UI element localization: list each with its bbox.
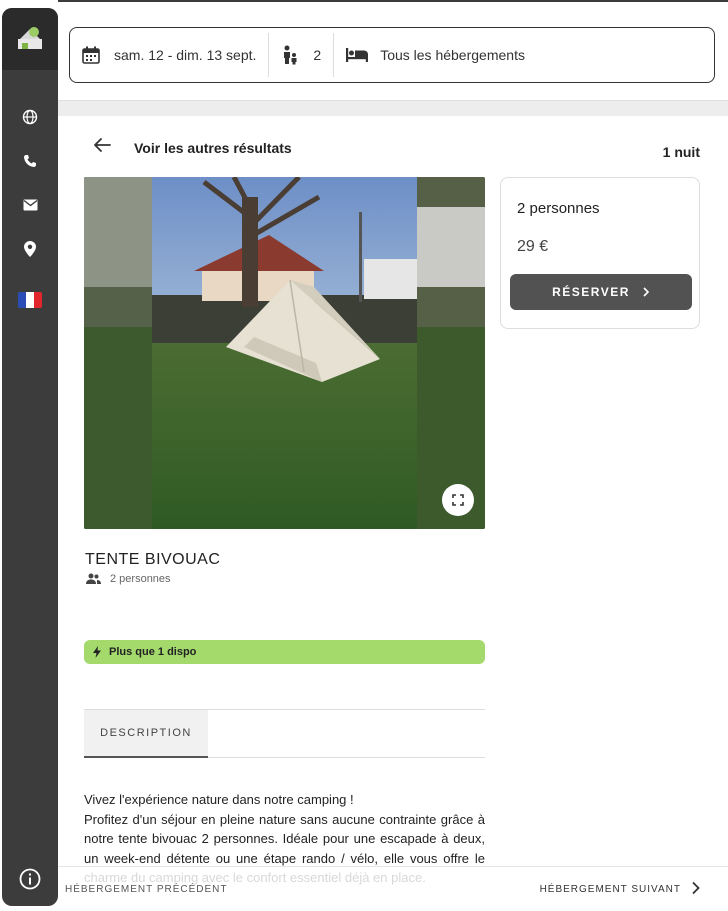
guests-value: 2 (313, 47, 322, 63)
reserve-button[interactable]: RÉSERVER (510, 274, 692, 310)
info-icon[interactable] (18, 867, 42, 891)
tab-bar: DESCRIPTION (84, 709, 485, 758)
booking-persons: 2 personnes (517, 200, 600, 217)
availability-badge: Plus que 1 dispo (84, 640, 485, 664)
booking-price: 29 € (517, 238, 549, 255)
accommodation-type-value: Tous les hébergements (380, 47, 525, 63)
mail-icon[interactable] (2, 193, 58, 217)
logo-icon (18, 27, 42, 49)
accommodation-type-field[interactable]: Tous les hébergements (334, 28, 537, 82)
back-button[interactable] (92, 137, 112, 153)
guests-field[interactable]: 2 (269, 28, 333, 82)
nights-count: 1 nuit (662, 144, 700, 160)
camping-logo[interactable] (2, 8, 58, 70)
capacity-info: 2 personnes (86, 573, 171, 585)
accommodation-title: TENTE BIVOUAC (85, 551, 221, 568)
dates-value: sam. 12 - dim. 13 sept. (114, 47, 257, 63)
previous-accommodation-link[interactable]: HÉBERGEMENT PRÉCÉDENT (65, 884, 228, 895)
expand-icon (452, 494, 464, 506)
top-bar: sam. 12 - dim. 13 sept. 2 Tous les héber… (58, 0, 728, 100)
booking-card: 2 personnes 29 € RÉSERVER (500, 177, 700, 329)
bed-icon (346, 48, 369, 62)
arrow-left-icon (94, 138, 111, 152)
capacity-value: 2 personnes (110, 573, 171, 585)
photo-gallery[interactable] (84, 177, 485, 529)
location-pin-icon[interactable] (2, 237, 58, 261)
dates-field[interactable]: sam. 12 - dim. 13 sept. (70, 28, 268, 82)
calendar-icon (82, 46, 100, 64)
lightning-icon (93, 646, 101, 658)
reserve-label: RÉSERVER (552, 285, 630, 299)
search-summary[interactable]: sam. 12 - dim. 13 sept. 2 Tous les héber… (69, 27, 715, 83)
family-icon (284, 45, 297, 65)
bottom-navigation: HÉBERGEMENT PRÉCÉDENT HÉBERGEMENT SUIVAN… (58, 866, 728, 911)
divider-band (58, 100, 728, 116)
tab-description[interactable]: DESCRIPTION (84, 710, 208, 758)
globe-icon[interactable] (2, 105, 58, 129)
sidebar (2, 8, 58, 906)
back-link[interactable]: Voir les autres résultats (134, 140, 292, 156)
chevron-right-icon[interactable] (691, 881, 701, 895)
tent-photo (84, 177, 485, 529)
availability-text: Plus que 1 dispo (109, 646, 197, 658)
french-flag-icon[interactable] (2, 288, 58, 312)
description-intro: Vivez l'expérience nature dans notre cam… (84, 792, 354, 807)
chevron-right-icon (643, 287, 650, 297)
next-accommodation-link[interactable]: HÉBERGEMENT SUIVANT (540, 884, 681, 895)
phone-icon[interactable] (2, 149, 58, 173)
people-icon (86, 573, 101, 584)
fullscreen-button[interactable] (442, 484, 474, 516)
